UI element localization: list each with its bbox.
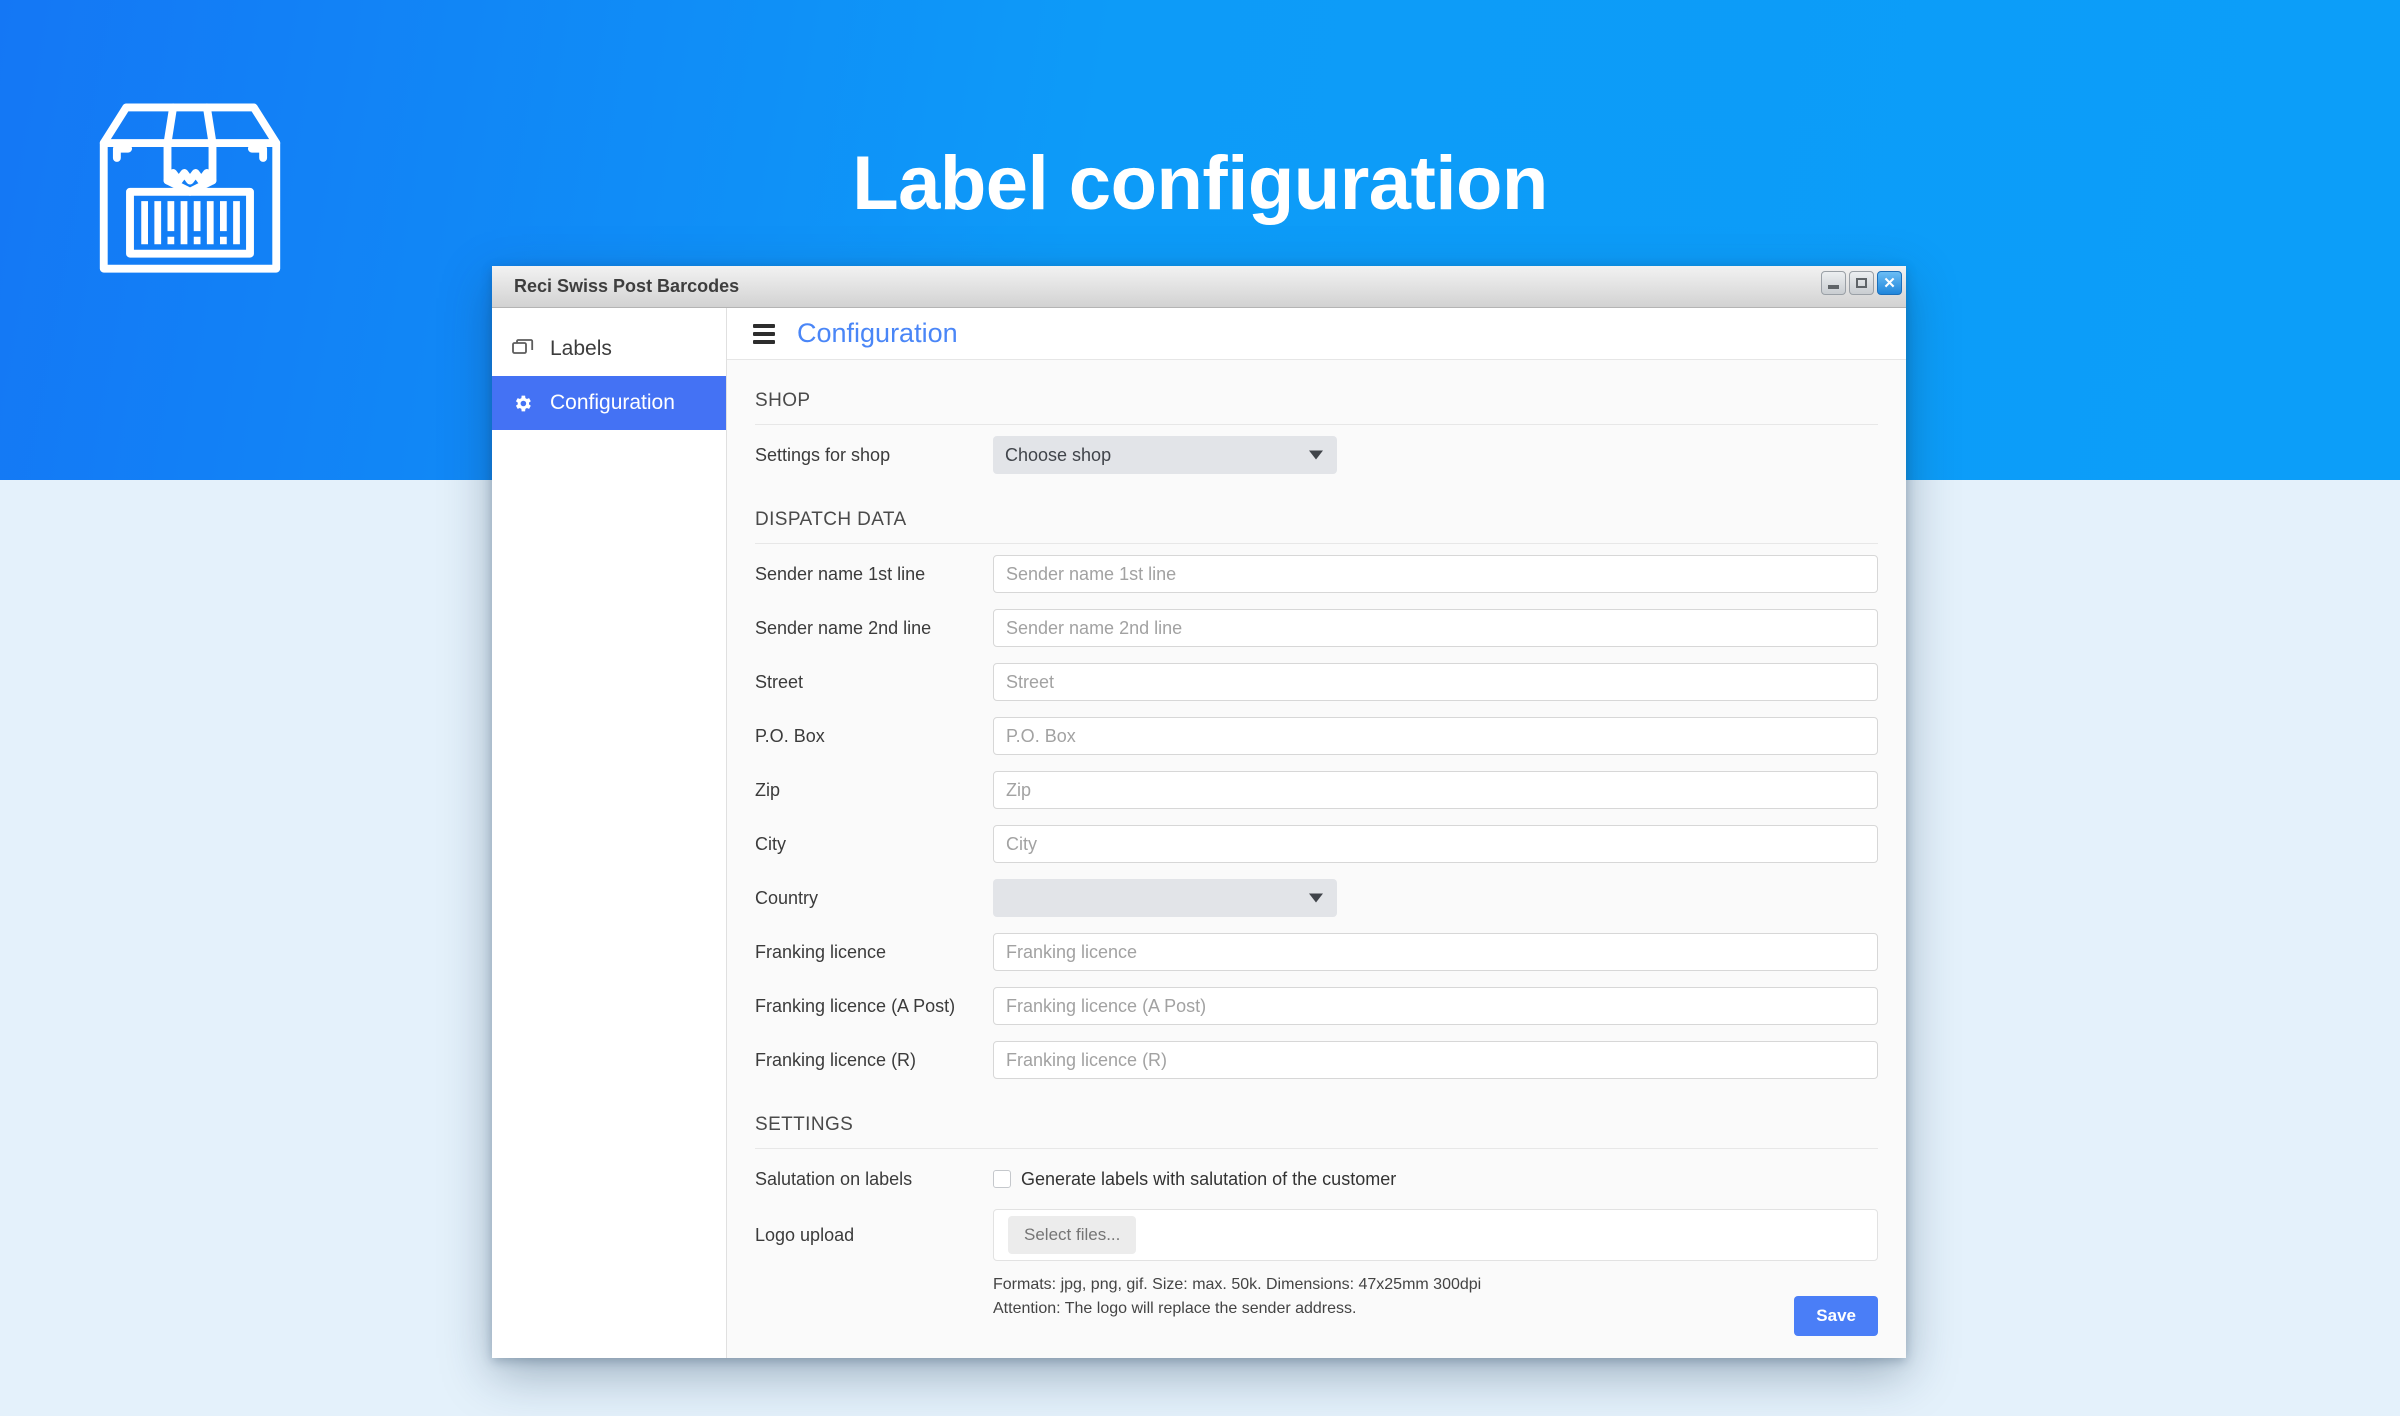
field-label: Franking licence <box>755 941 887 962</box>
configuration-form: SHOP Settings for shop Choose shop DISPA… <box>727 360 1906 1358</box>
form-row-country: Country <box>755 874 1878 922</box>
form-row-sender-name-1st-line: Sender name 1st line <box>755 550 1878 598</box>
minimize-button[interactable] <box>1821 271 1846 295</box>
window-body: Labels Configuration Configuration SHOP <box>492 308 1906 1358</box>
form-row-zip: Zip <box>755 766 1878 814</box>
field-control <box>993 609 1878 647</box>
city-input[interactable] <box>993 825 1878 863</box>
chevron-down-icon <box>1309 450 1323 460</box>
field-control: Generate labels with salutation of the c… <box>993 1169 1878 1190</box>
app-window: Reci Swiss Post Barcodes ✕ Labels Config… <box>492 266 1906 1358</box>
field-control <box>993 1041 1878 1079</box>
field-control <box>993 987 1878 1025</box>
form-row-franking-licence-a-post: Franking licence (A Post) <box>755 982 1878 1030</box>
minimize-icon <box>1828 284 1839 289</box>
close-icon: ✕ <box>1883 274 1896 292</box>
logo-upload-dropzone[interactable]: Select files... <box>993 1209 1878 1261</box>
gear-icon <box>512 393 542 414</box>
content-title: Configuration <box>797 318 958 348</box>
field-control <box>993 717 1878 755</box>
form-row-po-box: P.O. Box <box>755 712 1878 760</box>
sender-name-1st-line-input[interactable] <box>993 555 1878 593</box>
form-row-city: City <box>755 820 1878 868</box>
field-label: Franking licence (A Post) <box>755 995 956 1016</box>
logo-upload-help-formats: Formats: jpg, png, gif. Size: max. 50k. … <box>993 1276 1482 1293</box>
save-button[interactable]: Save <box>1794 1296 1878 1336</box>
copy-icon <box>512 339 542 359</box>
logo-upload-help: Formats: jpg, png, gif. Size: max. 50k. … <box>993 1261 1878 1320</box>
field-control <box>993 879 1878 917</box>
shop-select[interactable]: Choose shop <box>993 436 1337 474</box>
form-row-settings-for-shop: Settings for shop Choose shop <box>755 431 1878 479</box>
field-label: Sender name 2nd line <box>755 617 932 638</box>
field-label: Sender name 1st line <box>755 563 926 584</box>
logo-upload-help-attention: Attention: The logo will replace the sen… <box>993 1299 1357 1317</box>
salutation-checkbox-label: Generate labels with salutation of the c… <box>1021 1168 1397 1189</box>
country-select[interactable] <box>993 879 1337 917</box>
sidebar-item-configuration[interactable]: Configuration <box>492 376 726 430</box>
maximize-icon <box>1856 278 1867 288</box>
sender-name-2nd-line-input[interactable] <box>993 609 1878 647</box>
field-label: Logo upload <box>755 1224 855 1245</box>
field-label: City <box>755 833 786 854</box>
salutation-checkbox-row: Generate labels with salutation of the c… <box>993 1169 1878 1190</box>
franking-licence-a-post-input[interactable] <box>993 987 1878 1025</box>
field-control <box>993 933 1878 971</box>
field-label: Salutation on labels <box>755 1168 913 1189</box>
section-heading-shop: SHOP <box>755 360 1878 425</box>
field-control: Choose shop <box>993 436 1878 474</box>
field-label: P.O. Box <box>755 725 825 746</box>
page-title: Label configuration <box>852 141 1548 226</box>
field-label: Settings for shop <box>755 444 891 465</box>
sidebar-item-label: Labels <box>550 337 612 360</box>
franking-licence-input[interactable] <box>993 933 1878 971</box>
field-control: Select files... <box>993 1209 1878 1261</box>
form-footer: Save <box>1794 1296 1878 1336</box>
form-row-franking-licence-r: Franking licence (R) <box>755 1036 1878 1084</box>
section-heading-settings: SETTINGS <box>755 1084 1878 1149</box>
content-header: Configuration <box>727 308 1906 360</box>
po-box-input[interactable] <box>993 717 1878 755</box>
field-control <box>993 663 1878 701</box>
window-titlebar: Reci Swiss Post Barcodes ✕ <box>492 266 1906 308</box>
select-files-button[interactable]: Select files... <box>1008 1216 1137 1254</box>
form-row-sender-name-2nd-line: Sender name 2nd line <box>755 604 1878 652</box>
field-label: Franking licence (R) <box>755 1049 917 1070</box>
sidebar-item-labels[interactable]: Labels <box>492 322 726 376</box>
field-control <box>993 555 1878 593</box>
salutation-checkbox[interactable] <box>993 1170 1011 1188</box>
field-label: Street <box>755 671 804 692</box>
field-label: Country <box>755 887 819 908</box>
zip-input[interactable] <box>993 771 1878 809</box>
field-control <box>993 771 1878 809</box>
form-row-street: Street <box>755 658 1878 706</box>
street-input[interactable] <box>993 663 1878 701</box>
maximize-button[interactable] <box>1849 271 1874 295</box>
form-row-franking-licence: Franking licence <box>755 928 1878 976</box>
window-controls: ✕ <box>1821 271 1902 295</box>
field-label: Zip <box>755 779 781 800</box>
field-control <box>993 825 1878 863</box>
shop-select-value: Choose shop <box>1005 444 1112 465</box>
form-row-logo-upload: Logo upload Select files... <box>755 1209 1878 1261</box>
chevron-down-icon <box>1309 893 1323 903</box>
window-title: Reci Swiss Post Barcodes <box>514 276 740 296</box>
franking-licence-r-input[interactable] <box>993 1041 1878 1079</box>
section-heading-dispatch-data: DISPATCH DATA <box>755 479 1878 544</box>
content-area: Configuration SHOP Settings for shop Cho… <box>727 308 1906 1358</box>
form-row-salutation-on-labels: Salutation on labels Generate labels wit… <box>755 1155 1878 1203</box>
sidebar-item-label: Configuration <box>550 391 675 414</box>
sidebar: Labels Configuration <box>492 308 727 1358</box>
close-button[interactable]: ✕ <box>1877 271 1902 295</box>
hamburger-icon[interactable] <box>753 323 775 344</box>
